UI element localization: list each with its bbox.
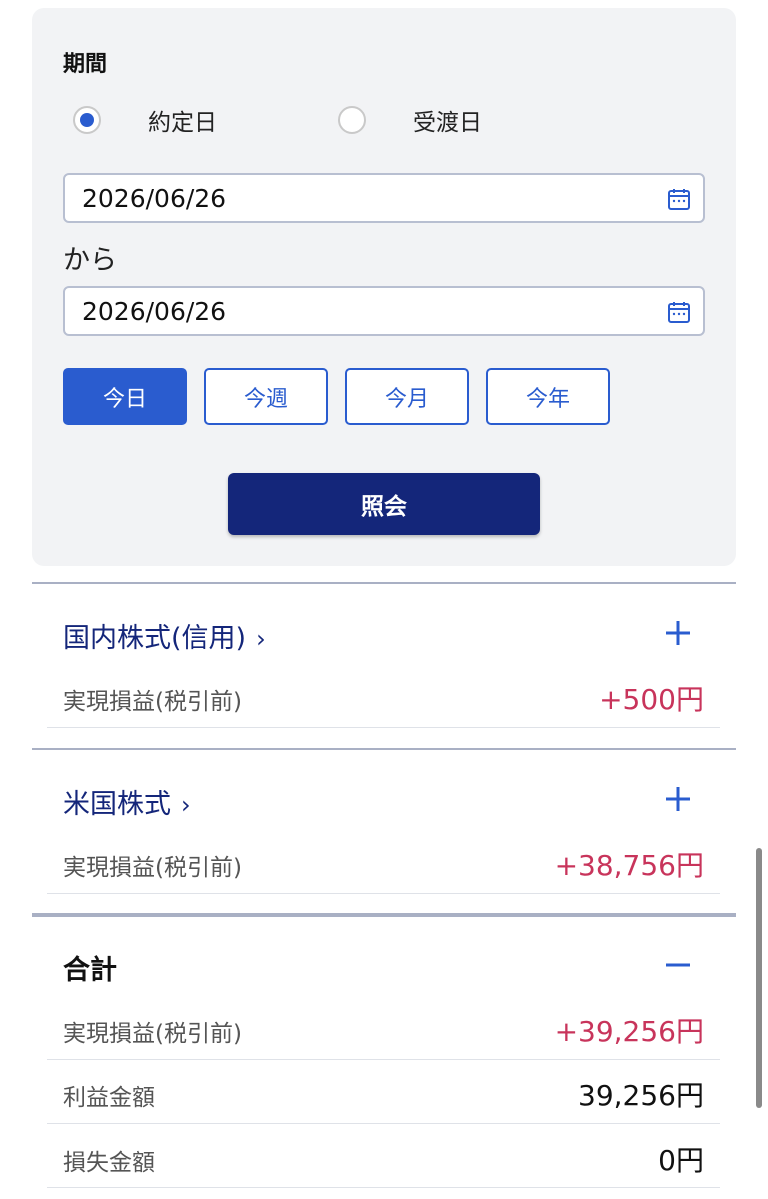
loss-amount-value: 0円 [658, 1144, 704, 1177]
total-realized-pl-value: +39,256円 [554, 1015, 704, 1048]
profit-amount-value: 39,256円 [578, 1079, 704, 1112]
minus-icon[interactable] [664, 951, 692, 979]
section-divider [32, 748, 736, 750]
this-week-button[interactable]: 今週 [204, 368, 328, 425]
section-title-us-stocks[interactable]: 米国株式 › [63, 782, 191, 821]
realized-pl-value: +38,756円 [554, 849, 704, 882]
row-separator [47, 1123, 720, 1124]
radio-label: 受渡日 [413, 110, 482, 136]
section-title-text: 国内株式(信用) [63, 623, 247, 654]
total-title: 合計 [63, 955, 117, 986]
loss-amount-label: 損失金額 [63, 1150, 155, 1176]
to-date-input[interactable]: 2026/06/26 [63, 286, 705, 336]
chevron-right-icon: › [181, 791, 191, 819]
row-separator [47, 727, 720, 728]
today-button[interactable]: 今日 [63, 368, 187, 425]
section-divider [32, 582, 736, 584]
from-date-input[interactable]: 2026/06/26 [63, 173, 705, 223]
query-button[interactable]: 照会 [228, 473, 540, 535]
section-title-text: 米国株式 [63, 789, 171, 820]
profit-amount-label: 利益金額 [63, 1085, 155, 1111]
section-title-domestic-margin[interactable]: 国内株式(信用) › [63, 616, 266, 655]
calendar-icon[interactable] [667, 300, 691, 324]
plus-icon[interactable] [664, 785, 692, 813]
radio-trade-date[interactable]: 約定日 [73, 103, 217, 137]
row-separator [47, 1187, 720, 1188]
row-separator [47, 893, 720, 894]
scrollbar[interactable] [756, 848, 762, 1108]
calendar-icon[interactable] [667, 187, 691, 211]
total-divider [32, 913, 736, 917]
realized-pl-label: 実現損益(税引前) [63, 855, 242, 881]
radio-label: 約定日 [148, 110, 217, 136]
plus-icon[interactable] [664, 619, 692, 647]
period-title: 期間 [63, 52, 108, 77]
period-filter-panel: 期間 約定日 受渡日 2026/06/26 から 2026/06/26 今日 今… [32, 8, 736, 566]
range-connector-label: から [63, 245, 117, 276]
row-separator [47, 1059, 720, 1060]
realized-pl-label: 実現損益(税引前) [63, 689, 242, 715]
to-date-value: 2026/06/26 [82, 297, 227, 326]
this-year-button[interactable]: 今年 [486, 368, 610, 425]
radio-settlement-date[interactable]: 受渡日 [338, 103, 482, 137]
total-realized-pl-label: 実現損益(税引前) [63, 1021, 242, 1047]
radio-unchecked-icon [338, 106, 366, 134]
chevron-right-icon: › [256, 625, 266, 653]
this-month-button[interactable]: 今月 [345, 368, 469, 425]
from-date-value: 2026/06/26 [82, 184, 227, 213]
radio-checked-icon [73, 106, 101, 134]
realized-pl-value: +500円 [599, 683, 704, 716]
